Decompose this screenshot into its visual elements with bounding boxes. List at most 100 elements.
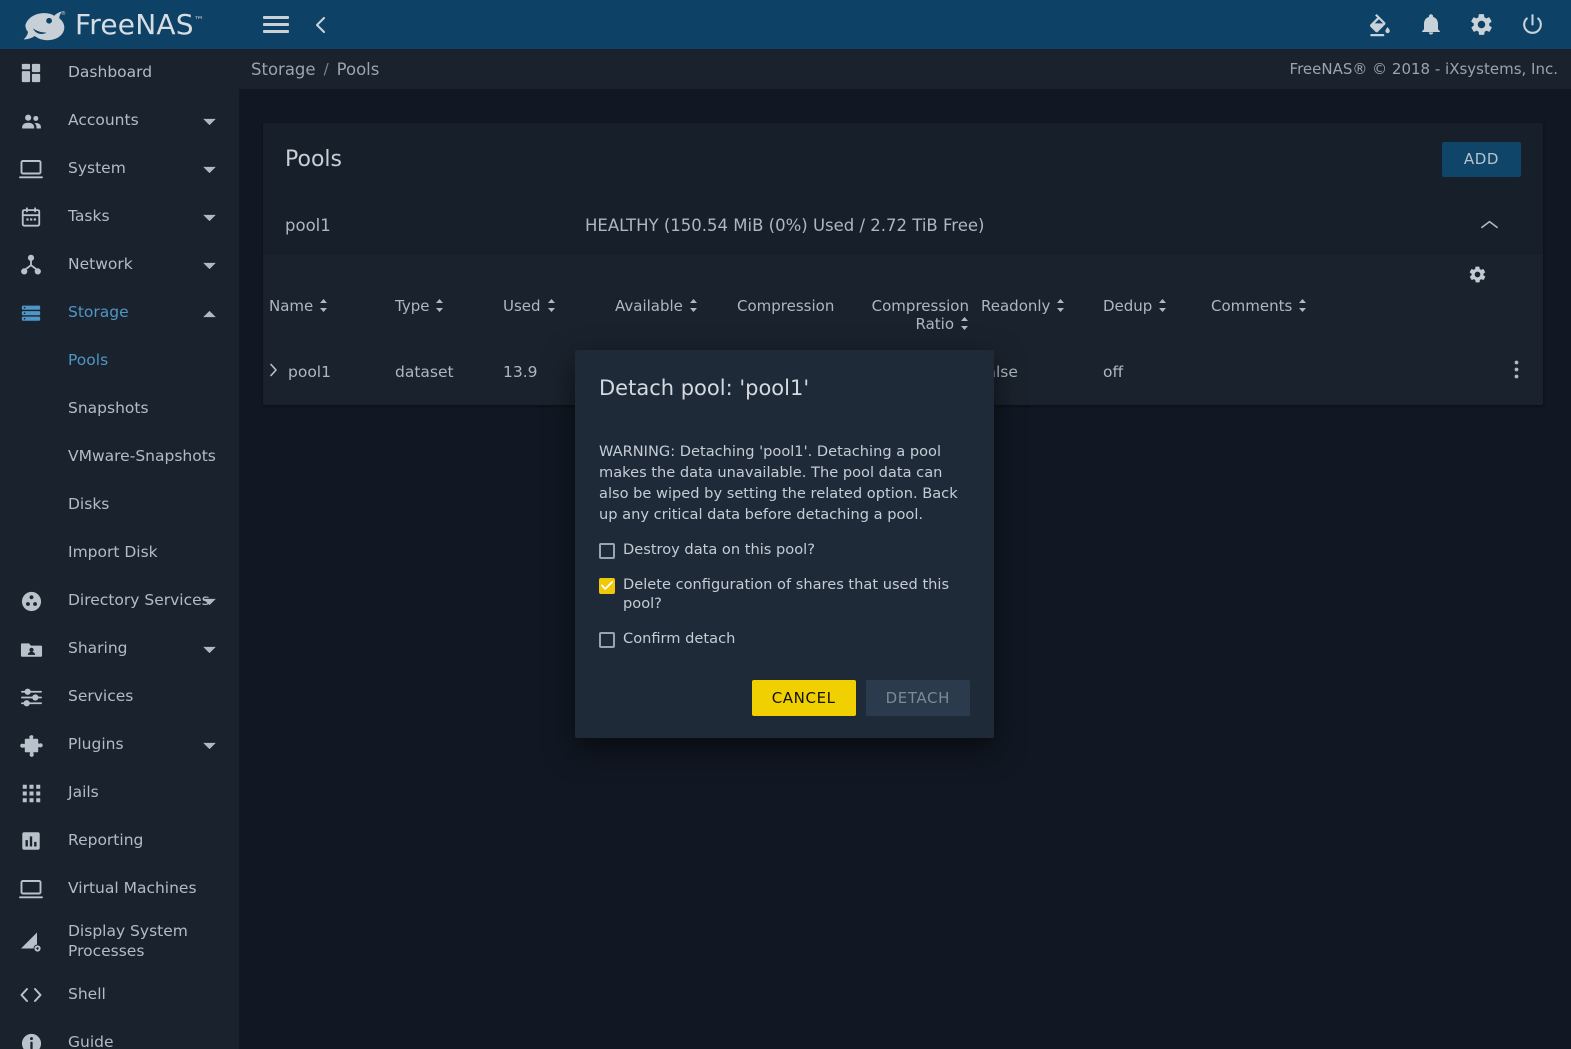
sidebar-subitem-label: Disks: [68, 495, 110, 514]
plugins-puzzle-icon: [14, 734, 48, 757]
copyright-text: FreeNAS® © 2018 - iXsystems, Inc.: [1289, 60, 1558, 78]
column-header-type[interactable]: Type: [389, 293, 497, 348]
table-header-row: Name Type Used Available Compression Com…: [263, 293, 1543, 348]
chevron-down-icon[interactable]: [202, 736, 217, 755]
power-icon[interactable]: [1520, 12, 1545, 37]
delete-share-config-checkbox-row[interactable]: Delete configuration of shares that used…: [599, 576, 970, 614]
delete-share-config-checkbox[interactable]: [599, 577, 615, 594]
confirm-detach-checkbox-label[interactable]: Confirm detach: [623, 630, 735, 649]
sidebar-item-sharing[interactable]: Sharing: [0, 625, 239, 673]
sidebar-item-reporting[interactable]: Reporting: [0, 817, 239, 865]
sidebar-item-pools[interactable]: Pools: [0, 337, 239, 385]
directory-services-icon: [14, 590, 48, 613]
freenas-shark-logo-icon: ®: [23, 9, 66, 40]
system-monitor-icon: [14, 158, 48, 180]
sidebar-item-tasks[interactable]: Tasks: [0, 193, 239, 241]
chevron-down-icon[interactable]: [202, 160, 217, 179]
chevron-down-icon[interactable]: [202, 592, 217, 611]
sidebar-item-label: Jails: [68, 783, 99, 802]
hamburger-menu-icon[interactable]: [263, 15, 289, 34]
sidebar-subitem-label: Import Disk: [68, 543, 158, 562]
sidebar-item-guide[interactable]: Guide: [0, 1019, 239, 1049]
table-settings-gear-icon[interactable]: [1468, 265, 1487, 284]
pool-summary-row[interactable]: pool1 HEALTHY (150.54 MiB (0%) Used / 2.…: [263, 195, 1543, 255]
brand-trademark: ™: [193, 15, 204, 27]
sidebar-item-plugins[interactable]: Plugins: [0, 721, 239, 769]
sidebar-item-storage[interactable]: Storage: [0, 289, 239, 337]
sort-icon: [1158, 298, 1167, 316]
detach-button[interactable]: DETACH: [865, 679, 970, 716]
virtual-machines-icon: [14, 878, 48, 900]
sidebar-item-virtual-machines[interactable]: Virtual Machines: [0, 865, 239, 913]
confirm-detach-checkbox[interactable]: [599, 631, 615, 648]
column-header-dedup[interactable]: Dedup: [1097, 293, 1205, 348]
theme-paint-icon[interactable]: [1367, 12, 1393, 38]
sort-icon: [1298, 298, 1307, 316]
destroy-data-checkbox-row[interactable]: Destroy data on this pool?: [599, 541, 970, 560]
brand-name: FreeNAS™: [75, 8, 204, 41]
sidebar-item-accounts[interactable]: Accounts: [0, 97, 239, 145]
sidebar-item-disks[interactable]: Disks: [0, 481, 239, 529]
sidebar-item-snapshots[interactable]: Snapshots: [0, 385, 239, 433]
destroy-data-checkbox[interactable]: [599, 543, 615, 559]
sidebar-item-label: System: [68, 159, 126, 178]
confirm-detach-checkbox-row[interactable]: Confirm detach: [599, 630, 970, 649]
breadcrumb-storage[interactable]: Storage: [251, 60, 316, 79]
chevron-right-icon[interactable]: [269, 363, 278, 381]
network-node-icon: [14, 254, 48, 276]
sidebar-item-system[interactable]: System: [0, 145, 239, 193]
sidebar-item-shell[interactable]: Shell: [0, 971, 239, 1019]
sidebar-item-services[interactable]: Services: [0, 673, 239, 721]
breadcrumb-pools[interactable]: Pools: [337, 60, 380, 79]
sidebar-navigation: Dashboard Accounts System Tasks Network …: [0, 49, 239, 1049]
brand-logo-area[interactable]: ® FreeNAS™: [0, 0, 239, 49]
sidebar-item-label: Storage: [68, 303, 129, 322]
sidebar-item-display-system-processes[interactable]: Display System Processes: [0, 913, 239, 971]
sidebar-item-label: Reporting: [68, 831, 144, 850]
chevron-left-icon[interactable]: [311, 14, 331, 36]
column-header-available[interactable]: Available: [609, 293, 731, 348]
storage-server-icon: [14, 302, 48, 324]
column-header-comments[interactable]: Comments: [1205, 293, 1365, 348]
cell-name: pool1: [263, 348, 389, 395]
chevron-up-icon[interactable]: [1480, 216, 1499, 235]
sort-icon: [960, 316, 969, 334]
topbar-actions: [1367, 12, 1571, 38]
add-pool-button[interactable]: ADD: [1441, 141, 1521, 177]
column-header-used[interactable]: Used: [497, 293, 609, 348]
chevron-down-icon[interactable]: [202, 112, 217, 131]
sidebar-item-label: Display System Processes: [68, 922, 188, 960]
reporting-chart-icon: [14, 830, 48, 852]
tasks-calendar-icon: [14, 206, 48, 228]
sidebar-item-label: Directory Services: [68, 591, 210, 610]
column-header-compression-ratio[interactable]: Compression Ratio: [855, 293, 975, 348]
sidebar-item-label: Guide: [68, 1033, 114, 1049]
sort-icon: [547, 298, 556, 316]
chevron-down-icon[interactable]: [202, 256, 217, 275]
column-header-readonly[interactable]: Readonly: [975, 293, 1097, 348]
kebab-menu-icon[interactable]: [1514, 360, 1519, 383]
dataset-name: pool1: [288, 362, 331, 381]
cancel-button[interactable]: CANCEL: [751, 679, 856, 716]
sidebar-item-dashboard[interactable]: Dashboard: [0, 49, 239, 97]
destroy-data-checkbox-label[interactable]: Destroy data on this pool?: [623, 541, 815, 560]
dialog-title: Detach pool: 'pool1': [599, 376, 810, 400]
sidebar-item-vmware-snapshots[interactable]: VMware-Snapshots: [0, 433, 239, 481]
chevron-down-icon[interactable]: [202, 208, 217, 227]
settings-gear-icon[interactable]: [1469, 12, 1494, 37]
sidebar-item-directory-services[interactable]: Directory Services: [0, 577, 239, 625]
svg-text:®: ®: [61, 9, 66, 16]
column-header-name[interactable]: Name: [263, 293, 389, 348]
chevron-down-icon[interactable]: [202, 640, 217, 659]
cell-type: dataset: [395, 362, 454, 381]
sidebar-item-network[interactable]: Network: [0, 241, 239, 289]
notifications-bell-icon[interactable]: [1419, 12, 1443, 37]
sidebar-item-label: Services: [68, 687, 134, 706]
sort-icon: [435, 298, 444, 316]
column-header-compression[interactable]: Compression: [731, 293, 855, 348]
delete-share-config-checkbox-label[interactable]: Delete configuration of shares that used…: [623, 576, 970, 614]
sidebar-item-jails[interactable]: Jails: [0, 769, 239, 817]
accounts-people-icon: [14, 110, 48, 133]
sidebar-item-import-disk[interactable]: Import Disk: [0, 529, 239, 577]
chevron-up-icon[interactable]: [202, 304, 217, 323]
